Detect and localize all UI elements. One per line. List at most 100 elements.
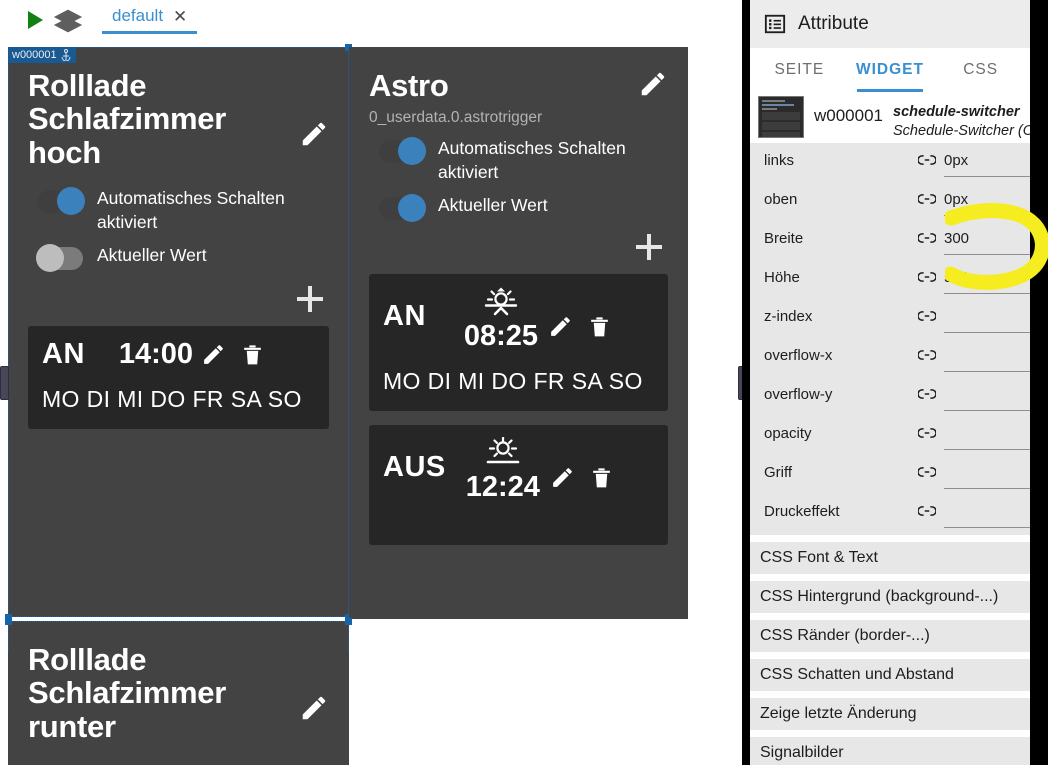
play-icon[interactable] [18,3,52,37]
widget-type-name: schedule-switcher [893,104,1020,120]
widget-card-rolllade-hoch[interactable]: Rolllade Schlafzimmer hoch Automatisches… [8,47,349,617]
pencil-icon[interactable] [299,119,329,149]
tab-default[interactable]: default ✕ [102,4,198,34]
toggle-row-auto-switch[interactable]: Automatisches Schalten aktiviert [379,137,668,183]
attribute-row-hoehe[interactable]: Höhe 500 [750,260,1030,299]
attribute-row-overflow-x[interactable]: overflow-x [750,338,1030,377]
attribute-value-overflow-x[interactable] [944,342,1030,372]
trash-icon[interactable] [587,314,612,339]
section-label: CSS Schatten und Abstand [760,666,954,683]
schedule-entry[interactable]: AN 08:25 MO DI MI DO FR SA SO [369,273,668,412]
trash-icon[interactable] [589,465,614,490]
link-icon[interactable] [918,260,944,284]
trash-icon[interactable] [240,342,265,367]
section-css-font-text[interactable]: CSS Font & Text [750,542,1030,574]
link-icon[interactable] [918,338,944,362]
attribute-row-griff[interactable]: Griff [750,455,1030,494]
schedule-entry[interactable]: AUS 12:24 [369,425,668,546]
pencil-icon[interactable] [550,465,575,490]
pencil-icon[interactable] [201,342,226,367]
entry-time: 12:24 [465,471,540,504]
attribute-row-z-index[interactable]: z-index [750,299,1030,338]
resize-handle-tr-2[interactable] [345,618,352,625]
tab-active-underline [856,89,924,92]
attribute-label: links [764,152,795,169]
link-icon[interactable] [918,494,944,518]
attribute-row-oben[interactable]: oben 0px [750,182,1030,221]
layers-icon[interactable] [52,3,86,37]
pencil-icon[interactable] [638,69,668,99]
toggle-auto-switch[interactable] [38,187,85,216]
section-css-border[interactable]: CSS Ränder (border-...) [750,620,1030,652]
attribute-panel-header: Attribute [750,0,1030,48]
link-icon[interactable] [918,377,944,401]
link-icon[interactable] [918,221,944,245]
canvas-left-splitter[interactable] [0,366,9,400]
toggle-label: Automatisches Schalten aktiviert [438,138,626,182]
add-schedule-button[interactable] [297,285,323,312]
close-icon[interactable]: ✕ [173,8,187,25]
attribute-label: oben [764,191,798,208]
attribute-value-druckeffekt[interactable] [944,498,1030,528]
widget-card-rolllade-runter[interactable]: Rolllade Schlafzimmer runter [8,621,349,765]
attribute-value-overflow-y[interactable] [944,381,1030,411]
attribute-row-druckeffekt[interactable]: Druckeffekt [750,494,1030,533]
attribute-row-overflow-y[interactable]: overflow-y [750,377,1030,416]
attribute-label: Druckeffekt [764,503,840,520]
toggle-current-value[interactable] [36,243,83,272]
attribute-row-links[interactable]: links 0px [750,143,1030,182]
toggle-row-current-value[interactable]: Aktueller Wert [36,243,329,272]
toggle-auto-switch[interactable] [379,137,426,166]
entry-days: MO DI MI DO FR SA SO [383,367,643,394]
toggle-label: Aktueller Wert [97,244,207,265]
widget-preview-thumbnail[interactable] [758,96,804,138]
widget-id-badge[interactable]: w000001 [8,47,76,63]
attribute-value-links[interactable]: 0px [944,147,1030,177]
attribute-panel: Attribute SEITE WIDGET CSS w000001 sched… [750,0,1030,765]
attribute-list: links 0px oben 0px Breite 300 Höhe 500 z… [750,143,1030,535]
pencil-icon[interactable] [299,693,329,723]
entry-state: AN [42,337,85,370]
pencil-icon[interactable] [548,314,573,339]
widget-title: Astro [369,68,449,103]
panel-splitter[interactable] [738,366,742,400]
tab-widget[interactable]: WIDGET [845,48,936,92]
attribute-value-griff[interactable] [944,459,1030,489]
attribute-label: Breite [764,230,804,247]
widget-canvas[interactable]: w000001 Rolllade Schlafzimmer hoch Autom… [0,43,742,765]
link-icon[interactable] [918,299,944,323]
tab-active-underline [102,31,198,34]
attribute-label: opacity [764,425,812,442]
attribute-value-z-index[interactable] [944,303,1030,333]
section-signal-images[interactable]: Signalbilder [750,737,1030,765]
section-css-shadow-spacing[interactable]: CSS Schatten und Abstand [750,659,1030,691]
toggle-row-current-value[interactable]: Aktueller Wert [379,193,668,222]
section-css-background[interactable]: CSS Hintergrund (background-...) [750,581,1030,613]
toggle-label: Aktueller Wert [438,194,548,215]
attribute-label: overflow-y [764,386,833,403]
widget-description: Schedule-Switcher (On, [893,123,1030,139]
link-icon[interactable] [918,416,944,440]
link-icon[interactable] [918,143,944,167]
entry-time: 08:25 [463,319,539,352]
link-icon[interactable] [918,455,944,479]
resize-handle-tl-2[interactable] [5,618,12,625]
link-icon[interactable] [918,182,944,206]
attribute-label: overflow-x [764,347,833,364]
toggle-current-value[interactable] [379,193,426,222]
widget-card-astro[interactable]: Astro 0_userdata.0.astrotrigger Automati… [349,47,688,619]
toggle-row-auto-switch[interactable]: Automatisches Schalten aktiviert [38,187,329,233]
anchor-icon [61,49,71,61]
add-schedule-button[interactable] [636,233,662,260]
widget-badge-text: w000001 [12,49,57,61]
attribute-row-opacity[interactable]: opacity [750,416,1030,455]
tab-css[interactable]: CSS [935,48,1026,92]
attribute-value-oben[interactable]: 0px [944,186,1030,216]
tab-seite[interactable]: SEITE [754,48,845,92]
attribute-row-breite[interactable]: Breite 300 [750,221,1030,260]
attribute-value-opacity[interactable] [944,420,1030,450]
attribute-value-hoehe[interactable]: 500 [944,264,1030,294]
section-last-change[interactable]: Zeige letzte Änderung [750,698,1030,730]
schedule-entry[interactable]: AN 14:00 MO DI MI DO FR SA SO [28,325,329,430]
attribute-value-breite[interactable]: 300 [944,225,1030,255]
